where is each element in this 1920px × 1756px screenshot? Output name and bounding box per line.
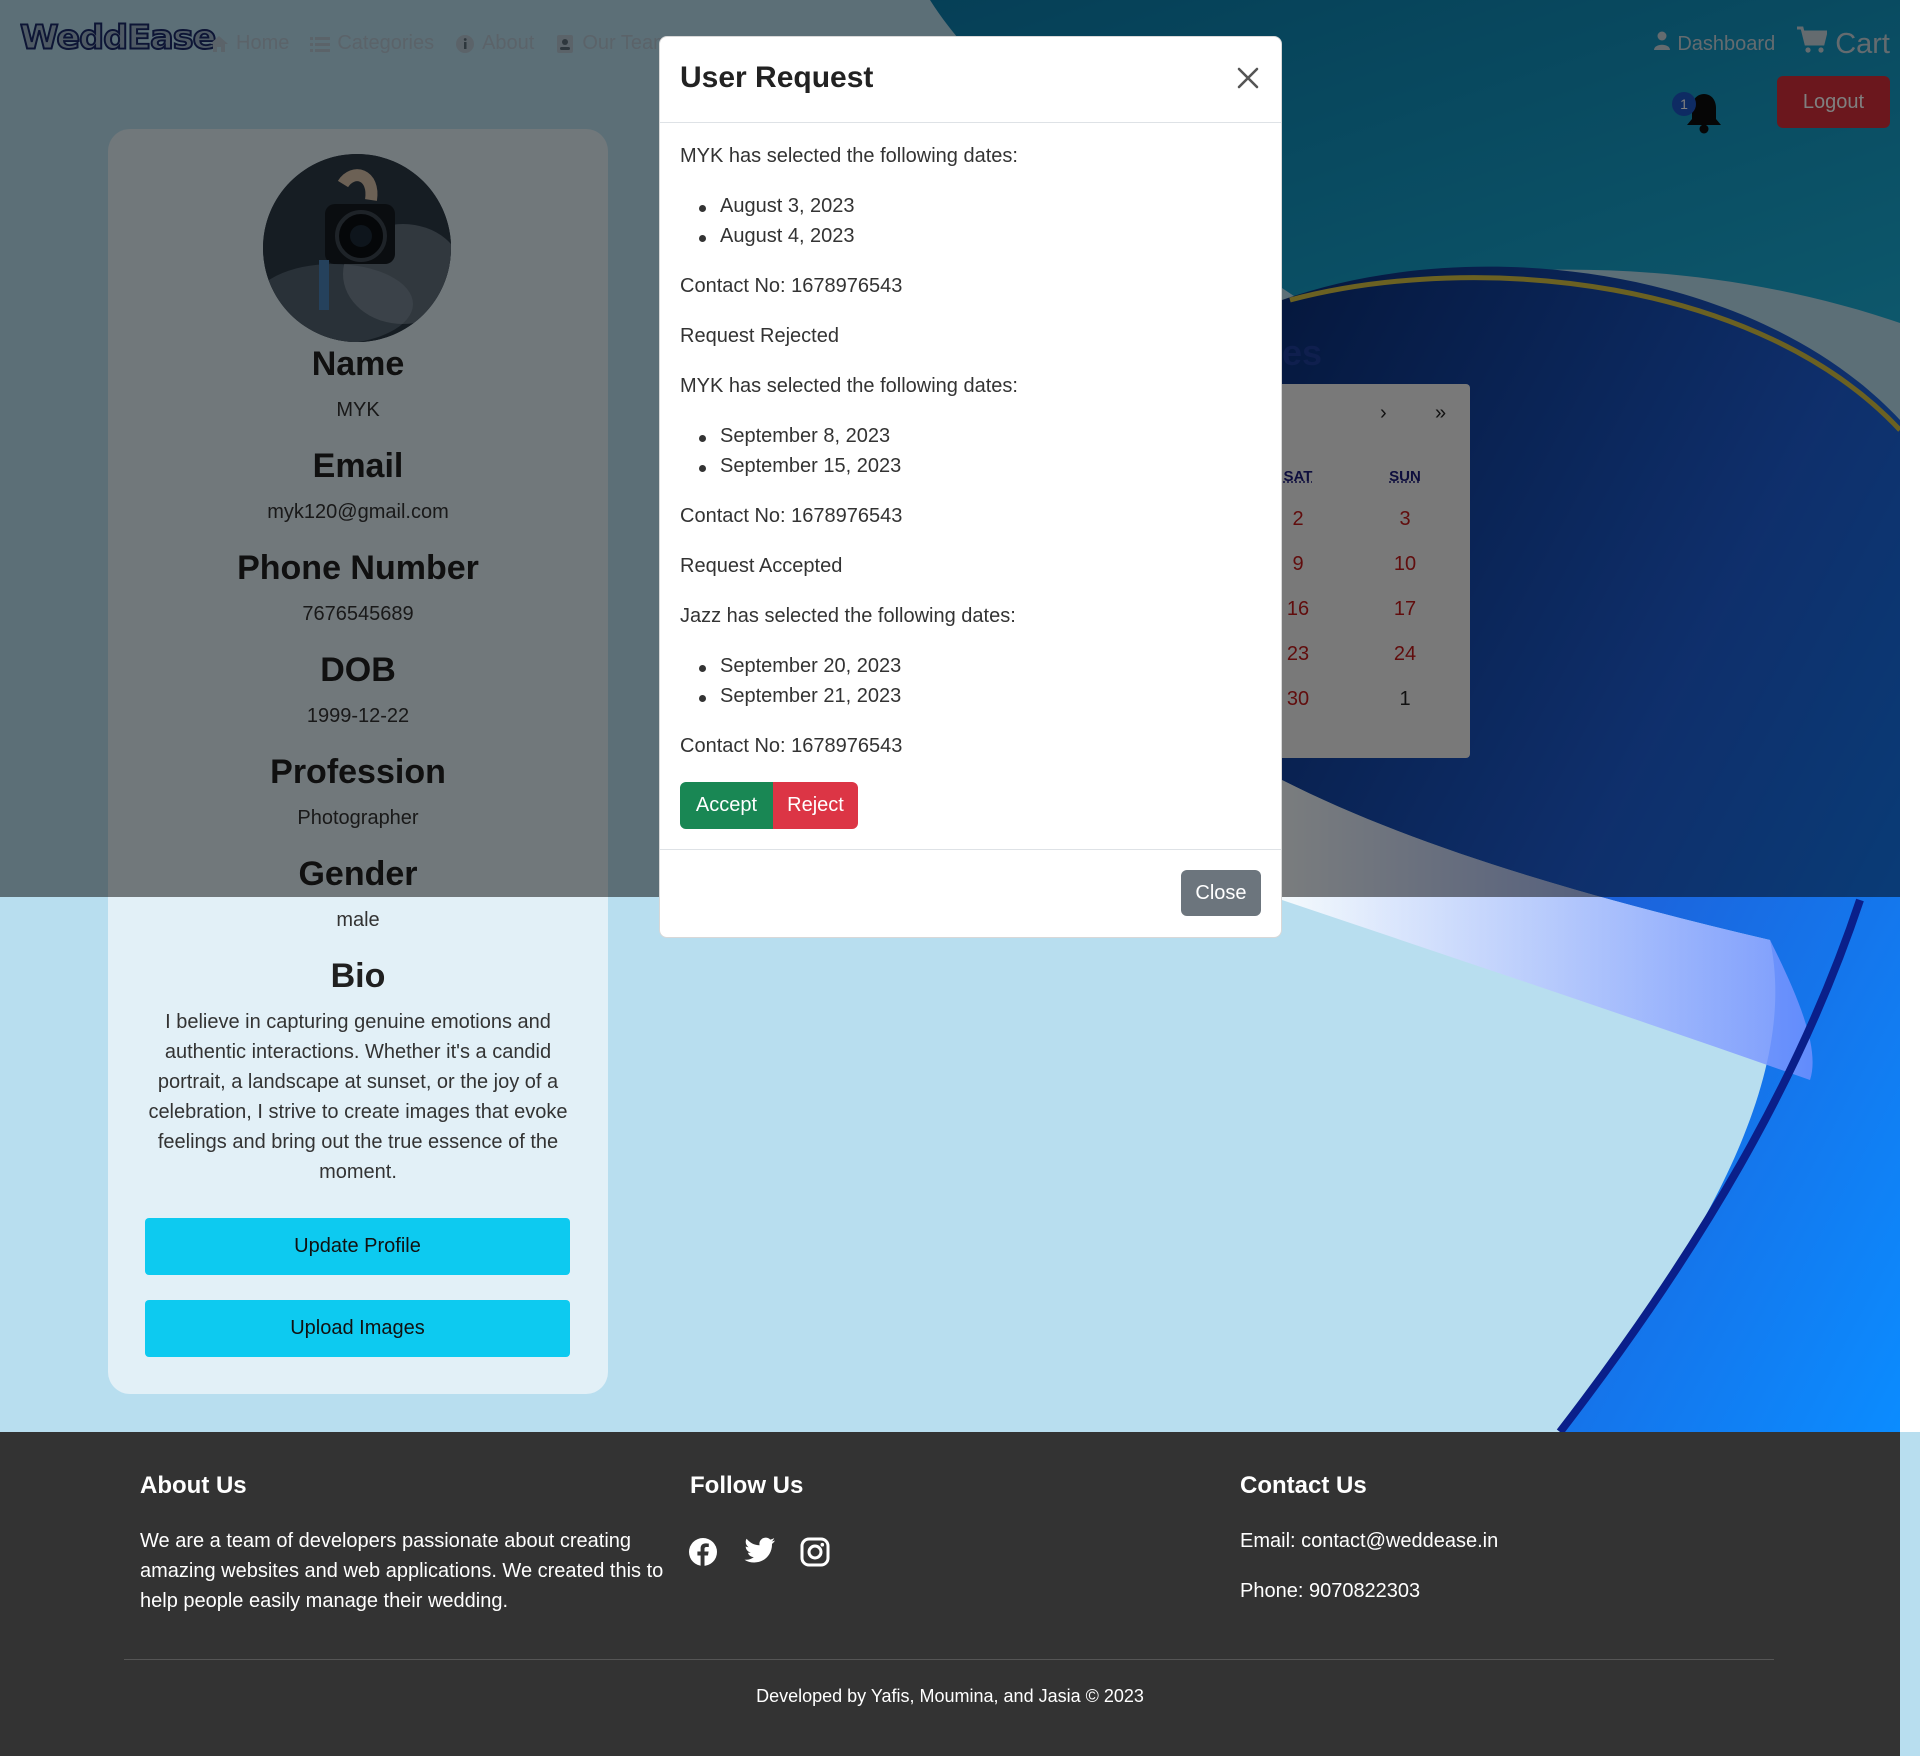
user-request-modal: User Request MYK has selected the follow… — [659, 36, 1282, 938]
request-date: September 20, 2023 — [698, 655, 902, 677]
request-date: September 21, 2023 — [698, 685, 902, 707]
twitter-icon[interactable] — [744, 1537, 776, 1569]
footer-divider — [124, 1659, 1774, 1660]
gender-value: male — [336, 909, 380, 931]
request-intro: MYK has selected the following dates: — [680, 375, 1018, 397]
request-date: August 3, 2023 — [699, 195, 855, 217]
modal-header: User Request — [660, 37, 1281, 123]
request-contact: Contact No: 1678976543 — [680, 735, 903, 757]
modal-footer: Close — [660, 849, 1281, 937]
request-status: Request Rejected — [680, 325, 839, 347]
copyright-text: Developed by Yafis, Moumina, and Jasia ©… — [756, 1686, 1144, 1706]
contact-us-heading: Contact Us — [1240, 1472, 1367, 1499]
request-intro: MYK has selected the following dates: — [680, 145, 1018, 167]
update-profile-button[interactable]: Update Profile — [145, 1218, 570, 1275]
upload-images-button[interactable]: Upload Images — [145, 1300, 570, 1357]
footer: About Us We are a team of developers pas… — [0, 1432, 1900, 1756]
bio-text: I believe in capturing genuine emotions … — [148, 1011, 568, 1183]
contact-email[interactable]: Email: contact@weddease.in — [1240, 1526, 1498, 1556]
accept-button[interactable]: Accept — [680, 782, 773, 829]
request-contact: Contact No: 1678976543 — [680, 275, 903, 297]
request-status: Request Accepted — [680, 555, 843, 577]
about-us-heading: About Us — [140, 1472, 247, 1499]
follow-us-heading: Follow Us — [690, 1472, 804, 1499]
request-date: September 15, 2023 — [698, 455, 902, 477]
request-date: September 8, 2023 — [698, 425, 891, 447]
instagram-icon[interactable] — [800, 1537, 832, 1569]
close-button[interactable]: Close — [1181, 870, 1261, 916]
bio-heading: Bio — [330, 957, 386, 995]
close-icon[interactable] — [1233, 63, 1263, 93]
modal-title: User Request — [680, 61, 874, 94]
request-contact: Contact No: 1678976543 — [680, 505, 903, 527]
reject-button[interactable]: Reject — [773, 782, 858, 829]
facebook-icon[interactable] — [688, 1537, 720, 1569]
contact-phone: Phone: 9070822303 — [1240, 1580, 1421, 1602]
about-us-text: We are a team of developers passionate a… — [140, 1530, 664, 1612]
request-intro: Jazz has selected the following dates: — [680, 605, 1016, 627]
social-links — [688, 1537, 832, 1569]
request-date: August 4, 2023 — [699, 225, 855, 247]
